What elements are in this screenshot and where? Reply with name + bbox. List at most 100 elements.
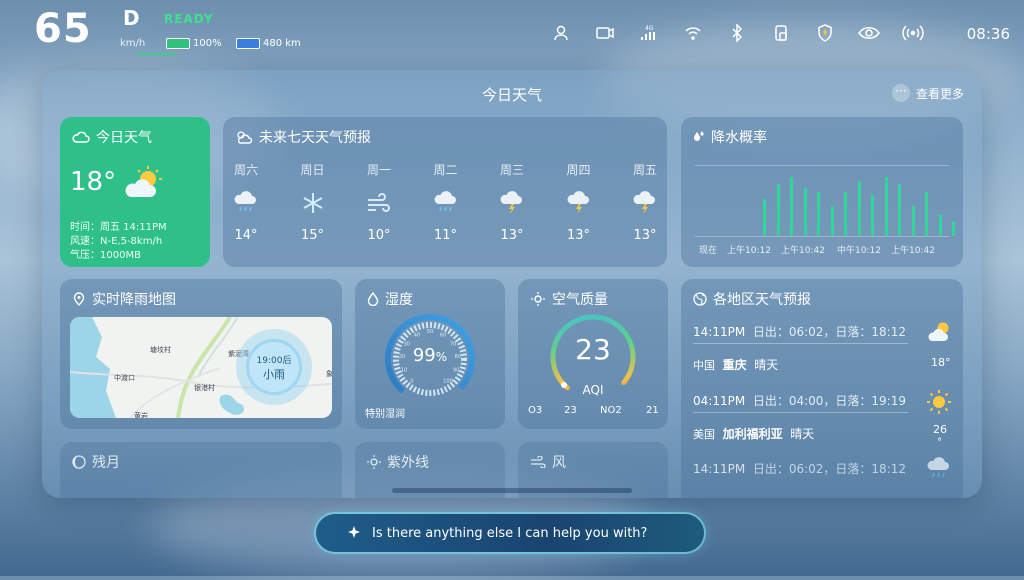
- region-country: 中国: [693, 359, 715, 372]
- raindrops-icon: [694, 131, 704, 141]
- region-time: 14:11PM: [693, 325, 746, 339]
- panel-scrollbar[interactable]: [392, 488, 632, 493]
- forecast-temp: 14°: [234, 228, 258, 243]
- map-title: 实时降雨地图: [92, 292, 176, 308]
- forecast-temp: 15°: [300, 228, 325, 243]
- forecast-day-label: 周二: [433, 163, 458, 177]
- region-sun-times: 日出：06:02，日落：18:12: [752, 325, 906, 339]
- no2-value: 21: [646, 405, 659, 416]
- view-more-label: 查看更多: [915, 86, 964, 101]
- forecast-day[interactable]: 周六 14°: [226, 161, 266, 243]
- region-row-location: 美国 加利福利亚 晴天: [693, 425, 814, 442]
- forecast-day[interactable]: 周四 13°: [559, 161, 599, 243]
- rain-map-card[interactable]: 实时降雨地图 塘坟村 紫泥湾 中渡口 银港村 黄岩 象 19:00后 小雨: [60, 279, 342, 429]
- humidity-tick-label: 10: [401, 368, 407, 374]
- regional-forecast-card[interactable]: 各地区天气预报 14:11PM 日出：06:02，日落：18:12 中国 重庆 …: [681, 279, 963, 498]
- humidity-label: 特别湿润: [365, 409, 405, 420]
- security-shield-icon[interactable]: [814, 22, 836, 44]
- moon-phase-card[interactable]: 残月: [60, 442, 342, 498]
- today-wind: 风速：N-E,5-8km/h: [70, 236, 163, 247]
- rain-probability-bar: [952, 221, 955, 236]
- map-place-label: 银港村: [194, 384, 215, 392]
- forecast-day[interactable]: 周二 11°: [426, 161, 466, 243]
- region-sun-times: 日出：04:00，日落：19:19: [752, 394, 906, 408]
- status-icons: 4G: [550, 22, 924, 44]
- rain-cloud-icon: [226, 188, 266, 218]
- humidity-card[interactable]: 湿度 0 10 20 30 40 50 60 70 80 90 100 99% 特别湿润: [355, 279, 505, 429]
- rain-time-label: 上午10:42: [891, 246, 935, 256]
- uv-title: 紫外线: [387, 455, 429, 471]
- forecast-day[interactable]: 周五 13°: [625, 161, 665, 243]
- forecast-day[interactable]: 周日 15°: [293, 161, 333, 243]
- partly-sunny-icon: [125, 166, 162, 197]
- rain-probability-card[interactable]: 降水概率 现在 上午10:12 上午10:42 中午10:12 上午10:42: [681, 117, 963, 267]
- speed-readout: 65: [34, 6, 92, 52]
- water-drop-icon: [367, 292, 379, 306]
- region-time: 04:11PM: [693, 394, 746, 408]
- aqi-value: 23: [575, 333, 611, 366]
- forecast-day-label: 周一: [366, 163, 391, 177]
- air-quality-card[interactable]: 空气质量 23 AQI O3 23 NO2 21: [518, 279, 668, 429]
- phone-icon[interactable]: [770, 22, 792, 44]
- no2-label: NO2: [600, 405, 622, 416]
- region-temp: 18°: [931, 356, 951, 369]
- view-more-button[interactable]: ··· 查看更多: [891, 84, 964, 102]
- voice-assistant-bar[interactable]: Is there anything else I can help you wi…: [316, 514, 704, 552]
- wind-card-header: 风: [530, 452, 566, 472]
- rain-probability-bar: [844, 191, 847, 236]
- rain-card-header: 降水概率: [693, 127, 767, 147]
- forecast-day[interactable]: 周一 10°: [359, 161, 399, 243]
- region-row-location: 中国 重庆 晴天: [693, 356, 778, 373]
- sun-haze-icon: [531, 292, 545, 306]
- dashcam-icon[interactable]: [594, 22, 616, 44]
- week-forecast-card[interactable]: 未来七天天气预报 周六 14° 周日 15° 周一 10° 周二 11° 周三 13° 周四 13° 周…: [223, 117, 667, 267]
- moon-icon: [72, 455, 86, 469]
- region-row-time: 14:11PM 日出：06:02，日落：18:12: [693, 323, 906, 340]
- user-icon[interactable]: [550, 22, 572, 44]
- humidity-tick-label: 0: [410, 378, 413, 384]
- rain-map[interactable]: 塘坟村 紫泥湾 中渡口 银港村 黄岩 象 19:00后 小雨: [70, 317, 332, 418]
- eye-icon[interactable]: [858, 22, 880, 44]
- badge-time: 19:00后: [256, 356, 292, 366]
- regional-card-header: 各地区天气预报: [693, 289, 811, 309]
- wind-title: 风: [552, 455, 566, 471]
- humidity-tick-label: 90: [453, 368, 459, 374]
- today-card[interactable]: 今日天气 18° 时间：周五 14:11PM 风速：N-E,5-8km/h 气压…: [60, 117, 210, 267]
- air-card-header: 空气质量: [530, 289, 608, 309]
- rain-cloud-icon: [426, 188, 466, 218]
- o3-label: O3: [528, 405, 543, 416]
- thunder-cloud-icon: [559, 188, 599, 218]
- aqi-label: AQI: [582, 383, 604, 397]
- partly-sunny-icon: [928, 322, 949, 341]
- rain-forecast-badge[interactable]: 19:00后 小雨: [246, 339, 302, 395]
- thunder-cloud-icon: [492, 188, 532, 218]
- humidity-tick-label: 100: [443, 378, 453, 384]
- map-place-label: 塘坟村: [150, 346, 171, 354]
- sparkle-icon: [348, 526, 360, 538]
- cellular-signal-icon: 4G: [638, 22, 660, 44]
- partly-cloudy-icon: [237, 131, 253, 144]
- map-place-label: 象: [326, 370, 332, 378]
- rain-grid-line: [695, 236, 949, 237]
- broadcast-icon[interactable]: [902, 22, 924, 44]
- rain-time-label: 中午10:12: [837, 246, 881, 256]
- humidity-card-header: 湿度: [367, 289, 413, 309]
- rain-probability-bar: [790, 176, 793, 236]
- week-card-header: 未来七天天气预报: [235, 127, 371, 147]
- region-sun-times: 日出：06:02，日落：18:12: [752, 462, 906, 476]
- rain-probability-bar: [938, 213, 942, 236]
- rain-time-label: 上午10:12: [727, 246, 771, 256]
- forecast-day-label: 周五: [632, 163, 657, 177]
- rain-probability-bar: [911, 206, 915, 236]
- rain-title: 降水概率: [711, 130, 767, 146]
- wifi-icon: [682, 22, 704, 44]
- speed-underline: [136, 53, 176, 55]
- forecast-day[interactable]: 周三 13°: [492, 161, 532, 243]
- battery-level: 100%: [193, 38, 222, 49]
- region-divider: [693, 343, 908, 344]
- rain-probability-bar: [803, 187, 807, 236]
- forecast-day-label: 周六: [233, 163, 258, 177]
- region-temp: 26: [933, 423, 947, 436]
- o3-value: 23: [564, 405, 577, 416]
- bluetooth-icon[interactable]: [726, 22, 748, 44]
